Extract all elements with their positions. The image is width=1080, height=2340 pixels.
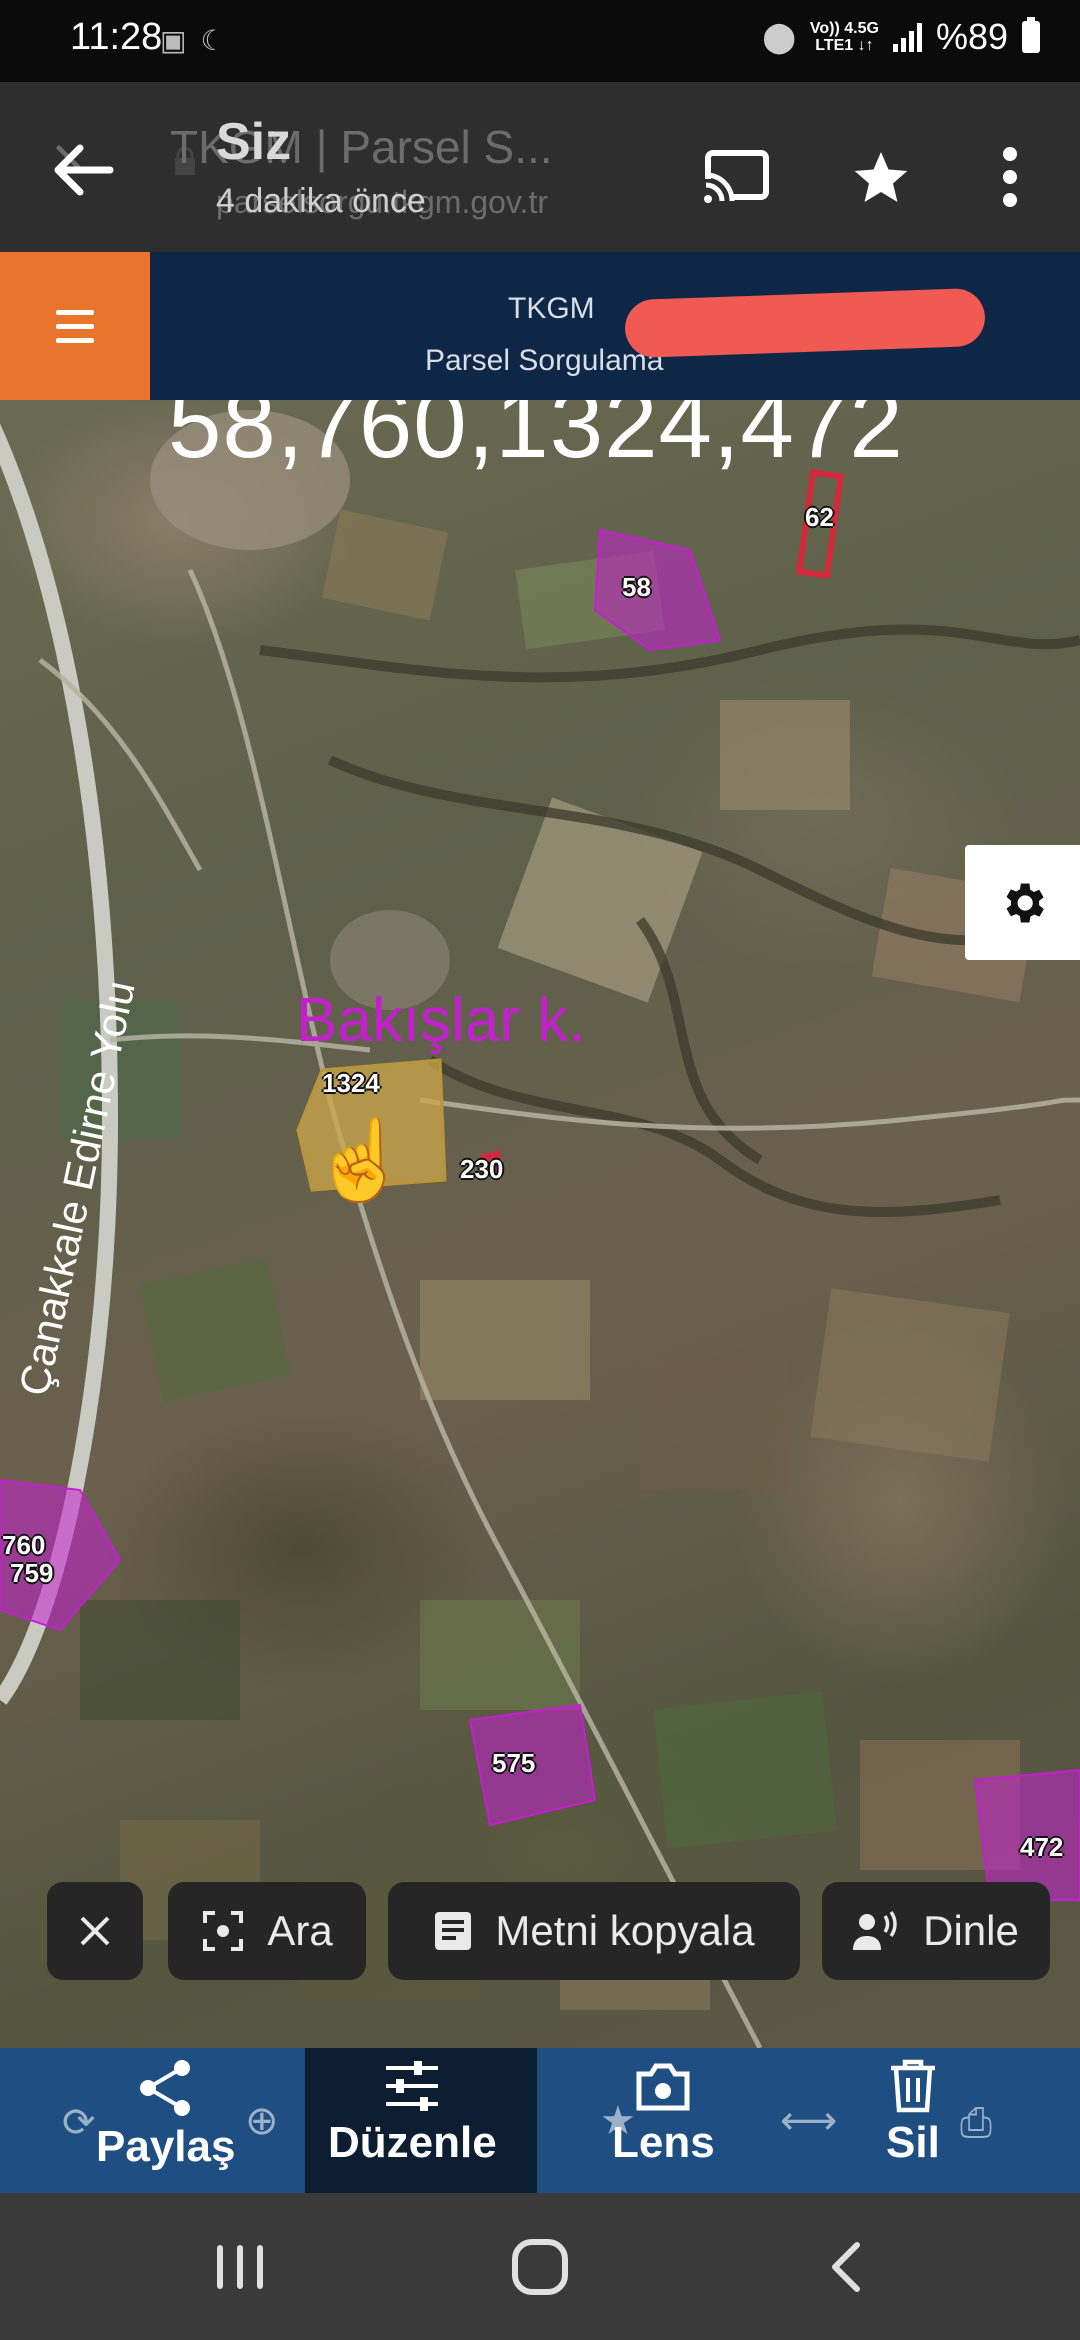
- lens-button[interactable]: Lens: [612, 2058, 715, 2168]
- ghost-resize-icon: ⟷: [780, 2098, 838, 2144]
- home-icon: [512, 2239, 568, 2295]
- pointing-hand-emoji: ☝️: [312, 1116, 410, 1206]
- speaker-person-icon: [853, 1910, 897, 1950]
- battery-percent: %89: [935, 16, 1008, 57]
- edit-button[interactable]: Düzenle: [328, 2058, 497, 2168]
- ghost-rotate-icon: ⟳: [62, 2100, 96, 2146]
- cast-button[interactable]: [702, 142, 772, 212]
- lens-label: Lens: [612, 2118, 715, 2167]
- ghost-target-icon: ⊕: [245, 2098, 279, 2144]
- location-icon: ⬤: [762, 20, 796, 54]
- menu-button[interactable]: [0, 252, 150, 400]
- settlements: [150, 410, 450, 1010]
- more-vert-icon: [1003, 147, 1017, 207]
- sent-time: 4 dakika önce: [216, 182, 426, 220]
- status-bar: 11:28 ▣ ☾ ⬤ Vo)) 4.5G LTE1 ↓↑ %89: [0, 0, 1080, 82]
- system-navigation-bar: [0, 2193, 1080, 2340]
- status-time: 11:28: [70, 16, 163, 58]
- share-button[interactable]: Paylaş: [96, 2058, 235, 2172]
- share-icon: [139, 2060, 190, 2116]
- parcel-label[interactable]: 58: [622, 572, 651, 603]
- satellite-map[interactable]: 58,760,1324,472 62 58 1324 230 760 759 5…: [0, 400, 1080, 2048]
- share-label: Paylaş: [96, 2122, 236, 2171]
- viewer-toolbar: ✕ TKGM | Parsel S... parselsorgu.tkgm.go…: [0, 82, 1080, 252]
- parcel-label[interactable]: 759: [10, 1558, 53, 1589]
- listen-label: Dinle: [923, 1907, 1019, 1954]
- parcel-label[interactable]: 230: [460, 1154, 503, 1185]
- cast-icon: [702, 150, 769, 205]
- back-arrow-icon: [54, 144, 114, 196]
- delete-label: Sil: [886, 2118, 940, 2167]
- delete-button[interactable]: Sil: [886, 2058, 940, 2168]
- text-document-icon: [435, 1912, 472, 1950]
- battery-icon: [1022, 17, 1040, 53]
- parcel-label[interactable]: 1324: [322, 1068, 380, 1099]
- redaction-mark: [624, 287, 986, 359]
- parcel-label[interactable]: 575: [492, 1748, 535, 1779]
- site-subtitle: Parsel Sorgulama: [425, 344, 664, 377]
- recent-apps-icon: [217, 2245, 263, 2289]
- copy-text-chip[interactable]: Metni kopyala: [388, 1882, 800, 1980]
- site-header: TKGM Parsel Sorgulama: [0, 252, 1080, 400]
- signal-icon: [892, 22, 922, 52]
- search-chip-label: Ara: [267, 1907, 333, 1954]
- back-button[interactable]: [50, 142, 116, 198]
- gallery-action-bar: ⟳ ⊕ ★ ⟷ ⎙ Paylaş Düzenle Lens Sil: [0, 2048, 1080, 2193]
- copy-text-label: Metni kopyala: [495, 1907, 755, 1954]
- gear-icon: [1006, 883, 1044, 922]
- recent-apps-button[interactable]: [195, 2229, 285, 2305]
- map-settings-button[interactable]: [965, 845, 1080, 960]
- sender-title: Siz: [216, 113, 292, 171]
- parcel-label[interactable]: 62: [805, 502, 834, 533]
- village-label: Bakışlar k.: [296, 986, 586, 1055]
- close-chip[interactable]: [47, 1882, 143, 1980]
- sliders-icon: [386, 2061, 439, 2111]
- notification-icons: ▣ ☾: [160, 24, 226, 57]
- edit-label: Düzenle: [328, 2118, 497, 2167]
- network-indicator: Vo)) 4.5G LTE1 ↓↑: [809, 20, 879, 54]
- more-options-button[interactable]: [975, 142, 1045, 212]
- gallery-icon: ▣: [160, 24, 187, 57]
- star-icon: [854, 152, 908, 202]
- hamburger-icon: [56, 309, 94, 315]
- lens-search-icon: [203, 1911, 244, 1951]
- parcel-label[interactable]: 760: [2, 1530, 45, 1561]
- chevron-left-icon: [832, 2242, 860, 2292]
- home-button[interactable]: [495, 2229, 585, 2305]
- parcel-label[interactable]: 472: [1020, 1832, 1063, 1863]
- close-icon: [80, 1916, 110, 1946]
- parcel-numbers-annotation: 58,760,1324,472: [168, 400, 904, 478]
- ghost-print-icon: ⎙: [960, 2100, 992, 2146]
- site-brand: TKGM: [508, 292, 595, 325]
- moon-icon: ☾: [200, 24, 226, 57]
- back-nav-button[interactable]: [800, 2229, 890, 2305]
- favorite-button[interactable]: [846, 142, 916, 212]
- listen-chip[interactable]: Dinle: [822, 1882, 1050, 1980]
- map-features: [0, 410, 1080, 2048]
- trash-icon: [890, 2059, 935, 2113]
- camera-lens-icon: [636, 2063, 690, 2111]
- status-right: ⬤ Vo)) 4.5G LTE1 ↓↑ %89: [762, 16, 1040, 58]
- search-chip[interactable]: Ara: [168, 1882, 366, 1980]
